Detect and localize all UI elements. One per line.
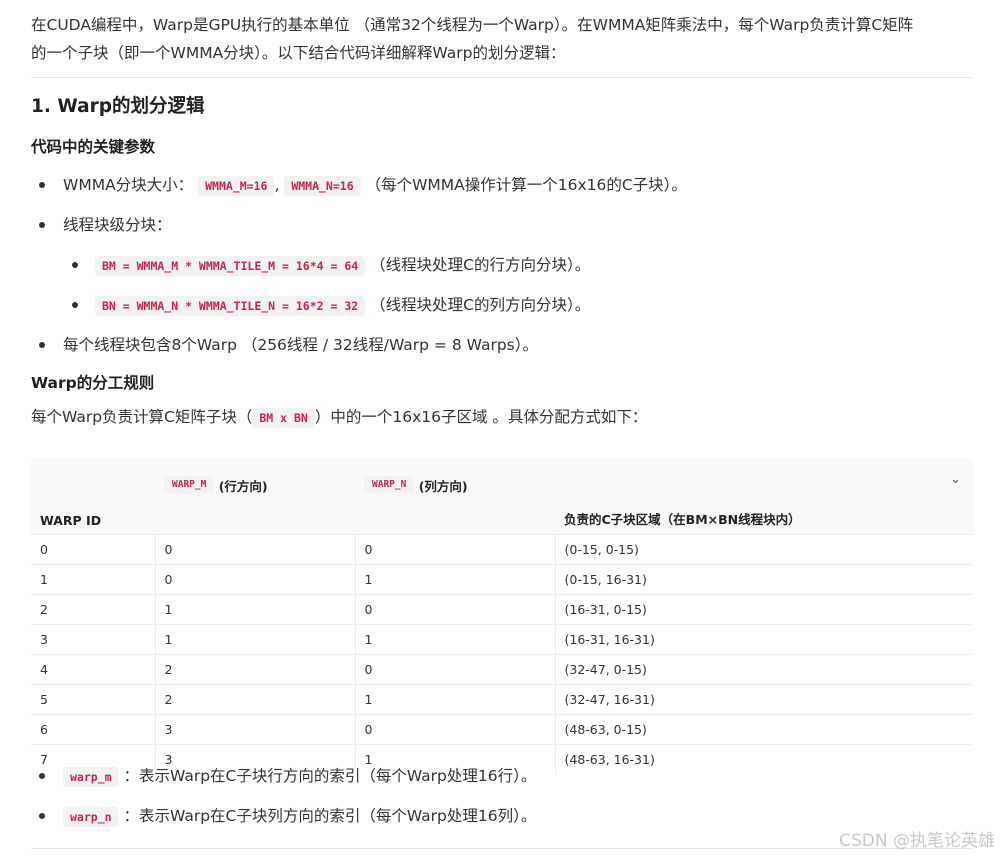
table-cell: 2 — [155, 684, 356, 715]
table-cell: (16-31, 16-31) — [555, 624, 973, 655]
watermark: CSDN @执笔论英雄 — [839, 831, 995, 851]
table-cell: 4 — [31, 654, 156, 685]
table-cell: 3 — [155, 714, 356, 745]
intro-line-2: 的一个子块（即一个WMMA分块）。以下结合代码详细解释Warp的划分逻辑： — [31, 44, 566, 62]
bullet — [39, 342, 45, 348]
table-cell: (32-47, 16-31) — [555, 684, 973, 715]
table-cell: 6 — [31, 714, 156, 745]
bullet — [72, 302, 78, 308]
table-cell: 5 — [31, 684, 156, 715]
chevron-down-icon[interactable]: ⌄ — [950, 472, 961, 487]
table-row: 1 0 1 (0-15, 16-31) — [31, 564, 973, 595]
table-cell: 0 — [355, 654, 556, 685]
inline-code: WARP_M — [164, 476, 215, 493]
table-row: 5 2 1 (32-47, 16-31) — [31, 684, 973, 715]
table-cell: 0 — [31, 534, 156, 565]
intro-line-1: 在CUDA编程中，Warp是GPU执行的基本单位 （通常32个线程为一个Warp… — [31, 16, 914, 34]
intro-paragraph: 在CUDA编程中，Warp是GPU执行的基本单位 （通常32个线程为一个Warp… — [31, 0, 973, 67]
list-item-warp-m-note: warp_m ：表示Warp在C子块行方向的索引（每个Warp处理16行）。 — [31, 762, 973, 790]
inline-code: BM x BN — [252, 408, 315, 428]
inline-code: warp_m — [63, 767, 119, 787]
bullet — [39, 182, 45, 188]
rules-paragraph: 每个Warp负责计算C矩阵子块（ BM x BN ）中的一个16x16子区域 。具体… — [31, 408, 648, 428]
table-cell: (0-15, 16-31) — [555, 564, 973, 595]
table-cell: 2 — [155, 654, 356, 685]
table-cell: (48-63, 0-15) — [555, 714, 973, 745]
article-body: 在CUDA编程中，Warp是GPU执行的基本单位 （通常32个线程为一个Warp… — [31, 0, 973, 432]
table-cell: 0 — [155, 564, 356, 595]
header-warp-n: WARP_N (列方向) — [355, 458, 555, 535]
list-item-warps-per-block: 每个线程块包含8个Warp （256线程 / 32线程/Warp = 8 War… — [31, 331, 973, 359]
sub-list-item-bn: BN = WMMA_N * WMMA_TILE_N = 16*2 = 32 （线… — [31, 291, 973, 319]
rules-heading: Warp的分工规则 — [31, 374, 155, 392]
table-header-row: WARP ID WARP_M (行方向) WARP_N (列方向) 负责的C子块… — [31, 458, 973, 535]
table-row: 0 0 0 (0-15, 0-15) — [31, 534, 973, 565]
inline-code: BM = WMMA_M * WMMA_TILE_M = 16*4 = 64 — [95, 256, 366, 276]
header-region: 负责的C子块区域（在BM×BN线程块内） — [564, 512, 801, 527]
table-cell: 1 — [355, 564, 556, 595]
bullet — [39, 222, 45, 228]
header-warp-m: WARP_M (行方向) — [155, 458, 355, 535]
inline-code: warp_n — [63, 807, 119, 827]
divider — [31, 77, 973, 78]
table-row: 4 2 0 (32-47, 0-15) — [31, 654, 973, 685]
table-cell: (32-47, 0-15) — [555, 654, 973, 685]
table-cell: (0-15, 0-15) — [555, 534, 973, 565]
bullet — [39, 773, 45, 779]
table-row: 6 3 0 (48-63, 0-15) — [31, 714, 973, 745]
sub-list-item-bm: BM = WMMA_M * WMMA_TILE_M = 16*4 = 64 （线… — [31, 251, 973, 279]
divider — [31, 848, 973, 849]
list-item-warp-n-note: warp_n ：表示Warp在C子块列方向的索引（每个Warp处理16列）。 — [31, 802, 973, 830]
inline-code: BN = WMMA_N * WMMA_TILE_N = 16*2 = 32 — [95, 296, 366, 316]
table-cell: 0 — [355, 534, 556, 565]
warp-table-container: WARP ID WARP_M (行方向) WARP_N (列方向) 负责的C子块… — [31, 458, 973, 774]
table-cell: (16-31, 0-15) — [555, 594, 973, 625]
inline-code: WMMA_N=16 — [284, 176, 361, 196]
table-cell: 1 — [31, 564, 156, 595]
table-row: 3 1 1 (16-31, 16-31) — [31, 624, 973, 655]
table-body: 0 0 0 (0-15, 0-15) 1 0 1 (0-15, 16-31) 2 1 0 (16-31… — [31, 534, 973, 774]
params-heading: 代码中的关键参数 — [31, 138, 156, 156]
table-cell: 3 — [31, 624, 156, 655]
table-cell: 2 — [31, 594, 156, 625]
table-cell: 0 — [355, 594, 556, 625]
warp-table: WARP ID WARP_M (行方向) WARP_N (列方向) 负责的C子块… — [31, 458, 973, 774]
inline-code: WMMA_M=16 — [198, 176, 275, 196]
bullet — [39, 813, 45, 819]
table-cell: 1 — [155, 594, 356, 625]
table-cell: 0 — [355, 714, 556, 745]
params-list: WMMA分块大小： WMMA_M=16, WMMA_N=16 （每个WMMA操作… — [31, 171, 973, 359]
table-cell: 0 — [155, 534, 356, 565]
table-cell: 1 — [355, 684, 556, 715]
section-heading: 1. Warp的划分逻辑 — [31, 96, 205, 117]
table-row: 2 1 0 (16-31, 0-15) — [31, 594, 973, 625]
bullet — [72, 262, 78, 268]
table-cell: 1 — [155, 624, 356, 655]
notes-list: warp_m ：表示Warp在C子块行方向的索引（每个Warp处理16行）。 w… — [31, 762, 973, 830]
table-cell: 1 — [355, 624, 556, 655]
header-warp-id: WARP ID — [40, 513, 102, 528]
list-item-wmma-size: WMMA分块大小： WMMA_M=16, WMMA_N=16 （每个WMMA操作… — [31, 171, 973, 199]
list-item-block-tiling: 线程块级分块： — [31, 211, 973, 239]
inline-code: WARP_N — [364, 476, 415, 493]
